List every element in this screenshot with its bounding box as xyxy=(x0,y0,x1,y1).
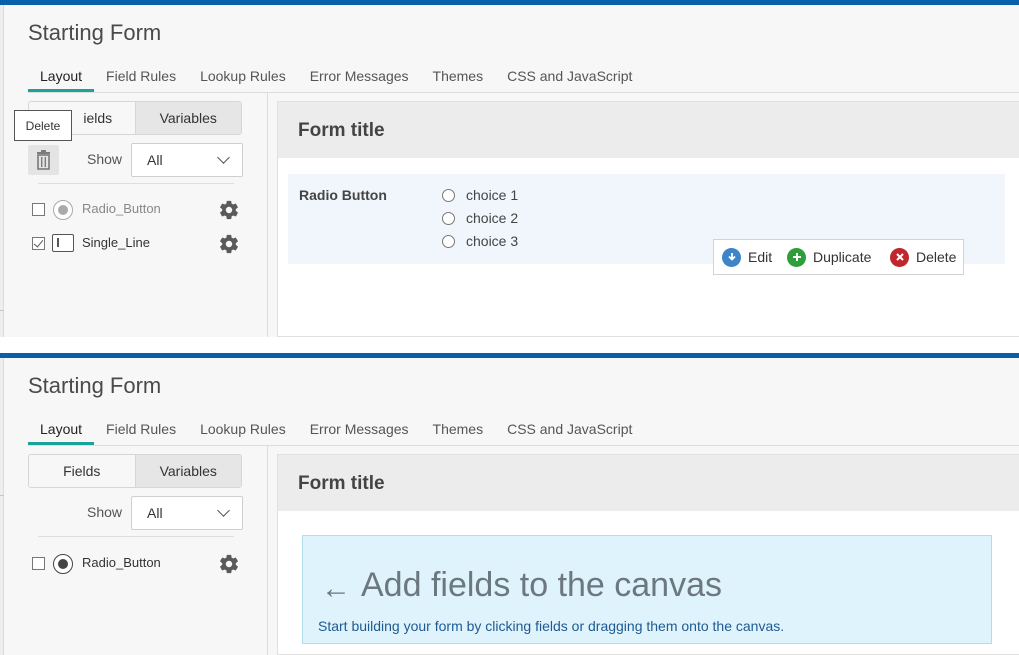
tab-lookup-rules[interactable]: Lookup Rules xyxy=(188,66,298,92)
delete-label: Delete xyxy=(916,249,957,265)
radio-circle[interactable] xyxy=(442,212,455,225)
field-name: Single_Line xyxy=(82,235,150,250)
form-title[interactable]: Form title xyxy=(298,120,385,142)
form-header[interactable]: Form title xyxy=(278,102,1019,158)
sidebar-separator xyxy=(267,446,268,655)
radio-circle[interactable] xyxy=(442,235,455,248)
trash-icon xyxy=(37,150,50,170)
form-canvas: Form title Radio Button choice 1 choice … xyxy=(277,101,1019,337)
field-name: Radio_Button xyxy=(82,201,161,216)
variables-toggle-button[interactable]: Variables xyxy=(134,455,241,487)
tabs-divider xyxy=(28,445,1019,446)
gear-icon[interactable] xyxy=(218,199,240,221)
duplicate-button[interactable]: Duplicate xyxy=(787,240,871,274)
edit-label: Edit xyxy=(748,249,773,265)
form-header[interactable]: Form title xyxy=(278,455,1019,511)
choice-label: choice 3 xyxy=(466,233,519,249)
field-checkbox[interactable] xyxy=(32,557,45,570)
arrow-left-icon: ← xyxy=(321,572,351,605)
gear-icon[interactable] xyxy=(218,233,240,255)
empty-canvas-subtitle: Start building your form by clicking fie… xyxy=(318,618,785,634)
gear-icon[interactable] xyxy=(218,553,240,575)
tab-themes[interactable]: Themes xyxy=(421,66,496,92)
edit-button[interactable]: Edit xyxy=(722,240,772,274)
form-title[interactable]: Form title xyxy=(298,473,385,495)
fields-toggle-button[interactable]: Fields xyxy=(29,455,135,487)
plus-icon xyxy=(787,247,806,267)
sidebar-separator xyxy=(267,93,268,337)
variables-toggle-button[interactable]: Variables xyxy=(134,102,241,134)
tab-error-messages[interactable]: Error Messages xyxy=(298,419,421,445)
tab-layout[interactable]: Layout xyxy=(28,419,95,445)
radio-button-field-icon xyxy=(53,554,73,574)
duplicate-label: Duplicate xyxy=(813,249,872,265)
chevron-down-icon xyxy=(217,504,230,517)
show-filter-select[interactable]: All xyxy=(131,143,243,177)
field-label: Radio Button xyxy=(299,187,387,203)
left-edge-strip xyxy=(0,5,4,337)
top-accent-bar xyxy=(0,0,1019,5)
top-accent-bar xyxy=(0,353,1019,358)
tab-field-rules[interactable]: Field Rules xyxy=(94,66,188,92)
app-title: Starting Form xyxy=(28,20,162,45)
app-title: Starting Form xyxy=(28,373,162,398)
field-checkbox[interactable] xyxy=(32,237,45,250)
field-checkbox[interactable] xyxy=(32,203,45,216)
tab-css-javascript[interactable]: CSS and JavaScript xyxy=(495,66,644,92)
show-filter-label: Show xyxy=(87,504,123,520)
delete-tooltip: Delete xyxy=(14,110,72,141)
edit-icon xyxy=(722,247,741,267)
close-icon xyxy=(890,247,909,267)
empty-canvas-title: Add fields to the canvas xyxy=(361,566,723,604)
radio-button-field-icon xyxy=(53,200,73,220)
tabs-divider xyxy=(28,92,1019,93)
form-builder-panel-top: Starting Form Layout Field Rules Lookup … xyxy=(0,0,1019,337)
radio-circle[interactable] xyxy=(442,189,455,202)
field-list-item-single-line[interactable]: Single_Line xyxy=(32,233,244,255)
choice-label: choice 2 xyxy=(466,210,519,226)
field-list-item-radio-button[interactable]: Radio_Button xyxy=(32,553,244,575)
tab-themes[interactable]: Themes xyxy=(421,419,496,445)
field-action-bar: Edit Duplicate Delete xyxy=(713,239,964,275)
tab-bar: Layout Field Rules Lookup Rules Error Me… xyxy=(28,66,644,92)
show-filter-label: Show xyxy=(87,151,123,167)
delete-field-button[interactable] xyxy=(28,145,59,175)
left-edge-strip xyxy=(0,358,4,655)
tab-css-javascript[interactable]: CSS and JavaScript xyxy=(495,419,644,445)
tab-field-rules[interactable]: Field Rules xyxy=(94,419,188,445)
tab-lookup-rules[interactable]: Lookup Rules xyxy=(188,419,298,445)
form-builder-panel-bottom: Starting Form Layout Field Rules Lookup … xyxy=(0,353,1019,655)
tab-error-messages[interactable]: Error Messages xyxy=(298,66,421,92)
sidebar-divider xyxy=(38,183,234,184)
show-filter-value: All xyxy=(147,505,163,521)
fields-variables-toggle: Fields Variables xyxy=(28,454,242,488)
chevron-down-icon xyxy=(217,151,230,164)
choice-label: choice 1 xyxy=(466,187,519,203)
tab-layout[interactable]: Layout xyxy=(28,66,95,92)
delete-button[interactable]: Delete xyxy=(890,240,956,274)
empty-canvas-prompt: ← Add fields to the canvas Start buildin… xyxy=(302,535,992,644)
single-line-field-icon xyxy=(52,234,74,252)
show-filter-select[interactable]: All xyxy=(131,496,243,530)
field-list-item-radio-button[interactable]: Radio_Button xyxy=(32,199,244,221)
form-canvas: Form title ← Add fields to the canvas St… xyxy=(277,454,1019,655)
field-name: Radio_Button xyxy=(82,555,161,570)
sidebar-divider xyxy=(38,536,234,537)
tab-bar: Layout Field Rules Lookup Rules Error Me… xyxy=(28,419,644,445)
show-filter-value: All xyxy=(147,152,163,168)
